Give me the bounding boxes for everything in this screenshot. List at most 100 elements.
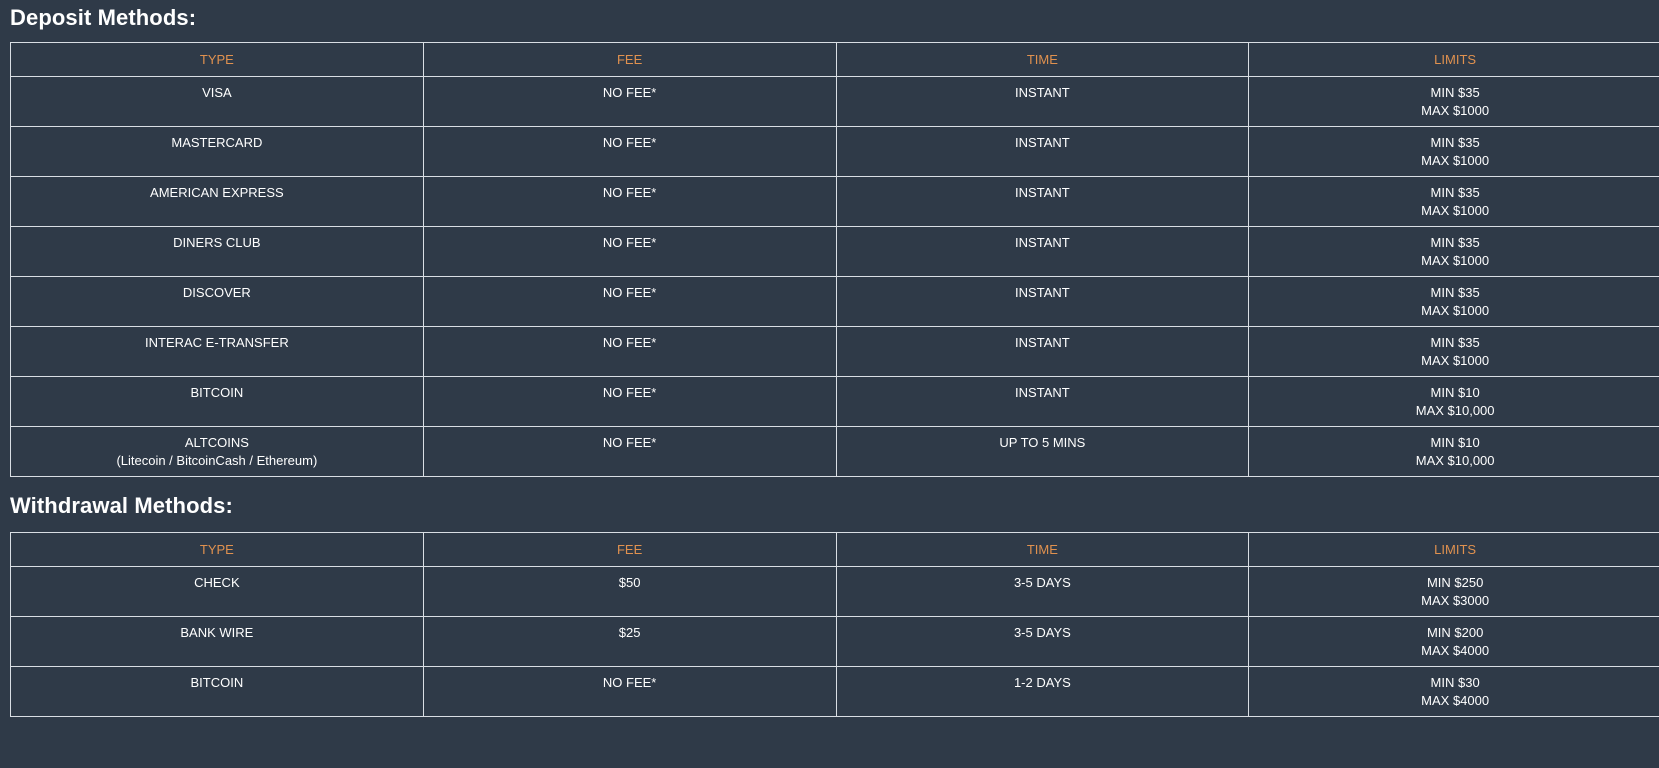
deposit-rows: VISA NO FEE* INSTANT MIN $35 MAX $1000 MASTER…: [10, 76, 1659, 477]
cell-type: BANK WIRE: [10, 616, 424, 667]
method-type: MASTERCARD: [171, 135, 263, 150]
cell-type: DISCOVER: [10, 276, 424, 327]
cell-type: CHECK: [10, 566, 424, 617]
limit-max: MAX $4000: [1421, 643, 1490, 658]
cell-time: INSTANT: [835, 176, 1250, 227]
cell-limits: MIN $10 MAX $10,000: [1248, 376, 1659, 427]
method-type: BANK WIRE: [180, 625, 254, 640]
column-header-time: TIME: [835, 42, 1250, 77]
cell-fee: NO FEE*: [422, 376, 837, 427]
cell-fee: NO FEE*: [422, 226, 837, 277]
cell-limits: MIN $35 MAX $1000: [1248, 176, 1659, 227]
method-type: ALTCOINS: [184, 435, 249, 450]
limit-min: MIN $30: [1430, 675, 1480, 690]
deposit-methods-title: Deposit Methods:: [10, 5, 197, 30]
cell-limits: MIN $35 MAX $1000: [1248, 276, 1659, 327]
cell-limits: MIN $35 MAX $1000: [1248, 226, 1659, 277]
cell-fee: NO FEE*: [422, 326, 837, 377]
column-header-limits: LIMITS: [1248, 532, 1659, 567]
limit-max: MAX $1000: [1421, 303, 1490, 318]
limit-max: MAX $1000: [1421, 103, 1490, 118]
cell-time: 3-5 DAYS: [835, 616, 1250, 667]
cell-limits: MIN $35 MAX $1000: [1248, 326, 1659, 377]
cell-limits: MIN $35 MAX $1000: [1248, 126, 1659, 177]
withdrawal-methods-table: TYPE FEE TIME LIMITS CHECK $50 3-5 DAYS MIN…: [10, 532, 1659, 717]
cell-type: ALTCOINS (Litecoin / BitcoinCash / Ethere…: [10, 426, 424, 477]
cell-limits: MIN $250 MAX $3000: [1248, 566, 1659, 617]
table-header-row: TYPE FEE TIME LIMITS: [10, 42, 1659, 77]
limit-min: MIN $35: [1430, 85, 1480, 100]
limit-max: MAX $4000: [1421, 693, 1490, 708]
cell-fee: NO FEE*: [422, 176, 837, 227]
method-type-detail: (Litecoin / BitcoinCash / Ethereum): [116, 453, 318, 468]
cell-type: AMERICAN EXPRESS: [10, 176, 424, 227]
table-row: CHECK $50 3-5 DAYS MIN $250 MAX $3000: [10, 566, 1659, 617]
method-type: BITCOIN: [190, 675, 244, 690]
method-type: DINERS CLUB: [173, 235, 261, 250]
cell-type: BITCOIN: [10, 666, 424, 717]
limit-min: MIN $10: [1430, 385, 1480, 400]
table-row: MASTERCARD NO FEE* INSTANT MIN $35 MAX $1000: [10, 126, 1659, 177]
limit-min: MIN $250: [1426, 575, 1484, 590]
limit-max: MAX $1000: [1421, 353, 1490, 368]
limit-min: MIN $10: [1430, 435, 1480, 450]
table-header-row: TYPE FEE TIME LIMITS: [10, 532, 1659, 567]
cell-time: INSTANT: [835, 76, 1250, 127]
cell-time: INSTANT: [835, 226, 1250, 277]
method-type: CHECK: [194, 575, 240, 590]
table-row: AMERICAN EXPRESS NO FEE* INSTANT MIN $35 MAX…: [10, 176, 1659, 227]
withdrawal-rows: CHECK $50 3-5 DAYS MIN $250 MAX $3000 BANK WI…: [10, 566, 1659, 717]
cell-limits: MIN $10 MAX $10,000: [1248, 426, 1659, 477]
cell-time: INSTANT: [835, 126, 1250, 177]
table-row: ALTCOINS (Litecoin / BitcoinCash / Ethere…: [10, 426, 1659, 477]
cell-type: VISA: [10, 76, 424, 127]
limit-max: MAX $1000: [1421, 253, 1490, 268]
table-row: DISCOVER NO FEE* INSTANT MIN $35 MAX $1000: [10, 276, 1659, 327]
limit-max: MAX $10,000: [1415, 403, 1495, 418]
cell-time: 3-5 DAYS: [835, 566, 1250, 617]
cell-fee: $25: [422, 616, 837, 667]
cell-time: INSTANT: [835, 326, 1250, 377]
cell-type: DINERS CLUB: [10, 226, 424, 277]
method-type: BITCOIN: [190, 385, 244, 400]
column-header-type: TYPE: [10, 42, 424, 77]
column-header-fee: FEE: [422, 42, 837, 77]
column-header-time: TIME: [835, 532, 1250, 567]
cell-type: INTERAC E-TRANSFER: [10, 326, 424, 377]
column-header-type: TYPE: [10, 532, 424, 567]
column-header-limits: LIMITS: [1248, 42, 1659, 77]
limit-min: MIN $35: [1430, 135, 1480, 150]
method-type: VISA: [202, 85, 232, 100]
limit-min: MIN $35: [1430, 185, 1480, 200]
cell-limits: MIN $200 MAX $4000: [1248, 616, 1659, 667]
limit-max: MAX $1000: [1421, 203, 1490, 218]
limit-min: MIN $35: [1430, 235, 1480, 250]
limit-min: MIN $200: [1426, 625, 1484, 640]
deposit-methods-table: TYPE FEE TIME LIMITS VISA NO FEE* INSTANT M…: [10, 42, 1659, 477]
cell-type: MASTERCARD: [10, 126, 424, 177]
table-row: BITCOIN NO FEE* INSTANT MIN $10 MAX $10,000: [10, 376, 1659, 427]
cell-time: INSTANT: [835, 276, 1250, 327]
limit-max: MAX $3000: [1421, 593, 1490, 608]
table-row: BITCOIN NO FEE* 1-2 DAYS MIN $30 MAX $4000: [10, 666, 1659, 717]
cell-fee: NO FEE*: [422, 666, 837, 717]
cell-fee: NO FEE*: [422, 76, 837, 127]
method-type: INTERAC E-TRANSFER: [145, 335, 289, 350]
cell-limits: MIN $30 MAX $4000: [1248, 666, 1659, 717]
table-row: DINERS CLUB NO FEE* INSTANT MIN $35 MAX $100…: [10, 226, 1659, 277]
limit-min: MIN $35: [1430, 285, 1480, 300]
cell-fee: NO FEE*: [422, 276, 837, 327]
limit-min: MIN $35: [1430, 335, 1480, 350]
table-row: INTERAC E-TRANSFER NO FEE* INSTANT MIN $35 M…: [10, 326, 1659, 377]
cell-time: 1-2 DAYS: [835, 666, 1250, 717]
table-row: BANK WIRE $25 3-5 DAYS MIN $200 MAX $4000: [10, 616, 1659, 667]
method-type: DISCOVER: [182, 285, 251, 300]
limit-max: MAX $1000: [1421, 153, 1490, 168]
cell-limits: MIN $35 MAX $1000: [1248, 76, 1659, 127]
cell-type: BITCOIN: [10, 376, 424, 427]
cell-fee: NO FEE*: [422, 126, 837, 177]
limit-max: MAX $10,000: [1415, 453, 1495, 468]
cell-fee: $50: [422, 566, 837, 617]
column-header-fee: FEE: [422, 532, 837, 567]
cell-time: UP TO 5 MINS: [835, 426, 1250, 477]
